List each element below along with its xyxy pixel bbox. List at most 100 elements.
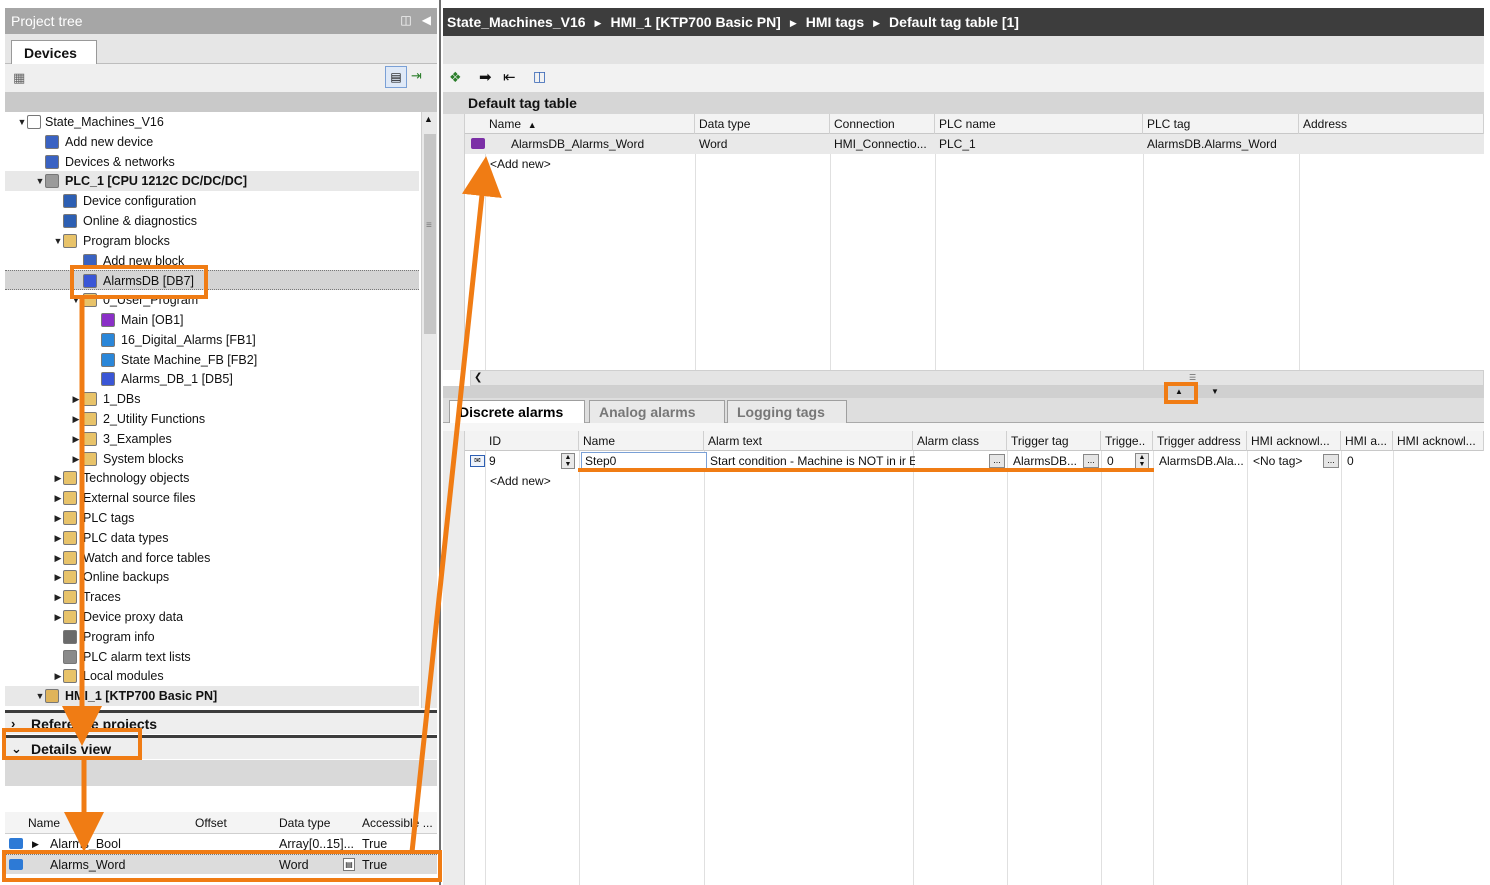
tree-item[interactable]: Main [OB1] xyxy=(5,310,419,330)
tree-item[interactable]: Device configuration xyxy=(5,191,419,211)
tree-item[interactable]: ▶ Watch and force tables xyxy=(5,548,419,568)
tree-settings-icon[interactable]: ▦ xyxy=(13,70,25,86)
reference-projects-header[interactable]: › Reference projects xyxy=(5,710,437,734)
tree-item[interactable]: ▶ Traces xyxy=(5,587,419,607)
add-tag-icon[interactable]: ❖ xyxy=(449,69,462,86)
tree-item[interactable]: ▶ Device proxy data xyxy=(5,607,419,627)
col-trigger-tag[interactable]: Trigger tag xyxy=(1007,431,1101,451)
col-address[interactable]: Address xyxy=(1299,114,1484,134)
export-icon[interactable]: ⇥ xyxy=(411,68,422,84)
col-plc-tag[interactable]: PLC tag xyxy=(1143,114,1299,134)
expand-icon[interactable]: ▶ xyxy=(32,834,39,854)
col-offset[interactable]: Offset xyxy=(195,816,227,830)
tree-item[interactable]: Add new device xyxy=(5,132,419,152)
collapsed-triangle-icon[interactable]: ▶ xyxy=(53,508,63,528)
breadcrumb-hmi-tags[interactable]: HMI tags xyxy=(806,14,864,30)
tree-item[interactable]: State Machine_FB [FB2] xyxy=(5,350,419,370)
collapsed-triangle-icon[interactable]: ▶ xyxy=(53,548,63,568)
tree-item[interactable]: ▶ External source files xyxy=(5,488,419,508)
tree-item[interactable]: ▼ Program blocks xyxy=(5,231,419,251)
trigger-tag-browse-button[interactable]: ... xyxy=(1083,454,1099,468)
col-alarm-text[interactable]: Alarm text xyxy=(704,431,913,451)
collapsed-triangle-icon[interactable]: ▶ xyxy=(53,468,63,488)
tag-row[interactable]: AlarmsDB_Alarms_Word Word HMI_Connectio.… xyxy=(465,134,1484,154)
checkbox-icon[interactable]: ▤ xyxy=(343,858,355,871)
add-new-tag[interactable]: <Add new> xyxy=(486,154,551,174)
tree-item[interactable]: ▶ Online backups xyxy=(5,567,419,587)
breadcrumb-project[interactable]: State_Machines_V16 xyxy=(447,14,586,30)
col-name[interactable]: Name ▲ xyxy=(485,114,695,134)
tree-item[interactable]: Add new block xyxy=(5,251,419,271)
col-trigger-bit[interactable]: Trigge.. xyxy=(1101,431,1153,451)
col-plc-name[interactable]: PLC name xyxy=(935,114,1143,134)
expanded-triangle-icon[interactable]: ▼ xyxy=(53,231,63,251)
col-id[interactable]: ID xyxy=(485,431,579,451)
tree-item[interactable]: Program info xyxy=(5,627,419,647)
tree-item[interactable]: ▶ Local modules xyxy=(5,666,419,686)
tree-item[interactable]: ▶ 1_DBs xyxy=(5,389,419,409)
col-name[interactable]: Name xyxy=(28,816,60,830)
export-icon[interactable]: ➡ xyxy=(479,68,492,86)
col-hmi-ack-address[interactable]: HMI acknowl... xyxy=(1393,431,1484,451)
tree-item[interactable]: ▶ PLC data types xyxy=(5,528,419,548)
breadcrumb-hmi[interactable]: HMI_1 [KTP700 Basic PN] xyxy=(610,14,780,30)
tree-item[interactable]: Online & diagnostics xyxy=(5,211,419,231)
tab-devices[interactable]: Devices xyxy=(11,40,97,65)
tree-item[interactable]: ▼ 0_User_Program xyxy=(5,290,419,310)
list-view-icon[interactable]: ▤ xyxy=(385,66,407,88)
expanded-triangle-icon[interactable]: ▼ xyxy=(35,686,45,706)
expanded-triangle-icon[interactable]: ▼ xyxy=(71,290,81,310)
breadcrumb-tag-table[interactable]: Default tag table [1] xyxy=(889,14,1019,30)
col-accessible[interactable]: Accessible ... xyxy=(362,816,433,830)
scroll-up-icon[interactable]: ▲ xyxy=(424,114,433,124)
collapsed-triangle-icon[interactable]: ▶ xyxy=(53,587,63,607)
tree-item[interactable]: ▼ HMI_1 [KTP700 Basic PN] xyxy=(5,686,419,707)
id-spinner[interactable]: ▲ ▼ xyxy=(561,453,575,469)
details-row[interactable]: ▶ Alarms_Bool Array[0..15]... True xyxy=(5,834,437,854)
tab-discrete-alarms[interactable]: Discrete alarms xyxy=(449,400,585,424)
col-data-type[interactable]: Data type xyxy=(279,816,330,830)
collapsed-triangle-icon[interactable]: ▶ xyxy=(53,528,63,548)
splitter-up-icon[interactable]: ▲ xyxy=(1175,387,1183,396)
col-hmi-ack-tag[interactable]: HMI acknowl... xyxy=(1247,431,1341,451)
tree-item[interactable]: PLC alarm text lists xyxy=(5,647,419,667)
col-hmi-ack-bit[interactable]: HMI a... xyxy=(1341,431,1393,451)
expanded-triangle-icon[interactable]: ▼ xyxy=(17,112,27,132)
col-alarm-class[interactable]: Alarm class xyxy=(913,431,1007,451)
expanded-triangle-icon[interactable]: ▼ xyxy=(35,171,45,191)
collapsed-triangle-icon[interactable]: ▶ xyxy=(71,409,81,429)
tab-logging-tags[interactable]: Logging tags xyxy=(727,400,847,423)
table-settings-icon[interactable]: ◫ xyxy=(533,68,546,85)
tag-table-hscroll[interactable]: ❮ ☰ xyxy=(470,370,1484,386)
col-trigger-address[interactable]: Trigger address xyxy=(1153,431,1247,451)
tree-item[interactable]: Alarms_DB_1 [DB5] xyxy=(5,369,419,389)
import-icon[interactable]: ⇤ xyxy=(503,68,516,86)
col-alarm-name[interactable]: Name xyxy=(579,431,704,451)
collapsed-triangle-icon[interactable]: ▶ xyxy=(53,488,63,508)
details-view-header[interactable]: ⌄ Details view xyxy=(5,735,437,759)
scroll-left-icon[interactable]: ❮ xyxy=(474,372,482,383)
tree-scroll-thumb[interactable] xyxy=(424,134,436,334)
tree-item[interactable]: ▶ Technology objects xyxy=(5,468,419,488)
chevron-left-icon[interactable]: ◀ xyxy=(422,13,431,27)
tree-item[interactable]: ▶ 3_Examples xyxy=(5,429,419,449)
splitter-down-icon[interactable]: ▼ xyxy=(1211,387,1219,396)
tree-item[interactable]: Devices & networks xyxy=(5,152,419,172)
splitter[interactable]: ▲ ▼ xyxy=(443,386,1484,398)
col-connection[interactable]: Connection xyxy=(830,114,935,134)
trigger-bit-spinner[interactable]: ▲ ▼ xyxy=(1135,453,1149,469)
tree-item[interactable]: ▶ PLC tags xyxy=(5,508,419,528)
tree-item[interactable]: ▶ System blocks xyxy=(5,449,419,469)
add-new-alarm[interactable]: <Add new> xyxy=(486,471,551,491)
tree-item[interactable]: ▼ State_Machines_V16 xyxy=(5,112,419,132)
tree-scrollbar[interactable]: ▲ ≡ xyxy=(421,112,437,708)
col-data-type[interactable]: Data type xyxy=(695,114,830,134)
collapsed-triangle-icon[interactable]: ▶ xyxy=(71,429,81,449)
collapsed-triangle-icon[interactable]: ▶ xyxy=(71,449,81,469)
collapsed-triangle-icon[interactable]: ▶ xyxy=(71,389,81,409)
tree-item[interactable]: AlarmsDB [DB7] xyxy=(5,270,419,291)
collapse-pane-icon[interactable]: ◫ xyxy=(400,13,411,27)
collapsed-triangle-icon[interactable]: ▶ xyxy=(53,567,63,587)
tree-item[interactable]: ▶ 2_Utility Functions xyxy=(5,409,419,429)
tab-analog-alarms[interactable]: Analog alarms xyxy=(589,400,725,423)
